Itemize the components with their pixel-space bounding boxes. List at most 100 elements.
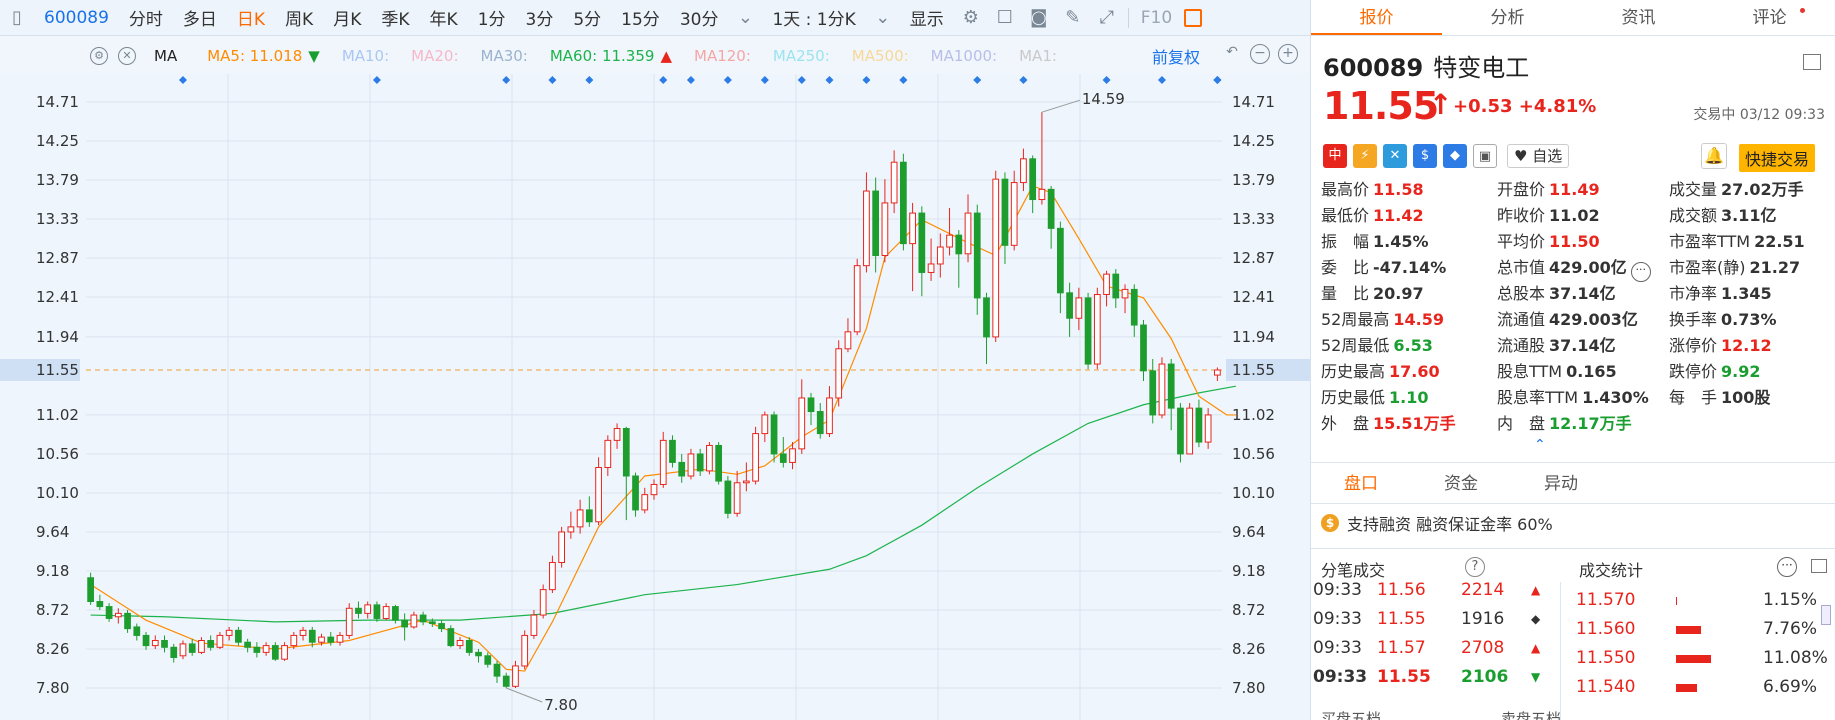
- stock-code-tab[interactable]: 600089: [34, 8, 119, 28]
- candle-up: [567, 526, 575, 533]
- gear-icon[interactable]: ⚙: [960, 7, 982, 29]
- tab-intraday[interactable]: 分时: [119, 5, 173, 30]
- quote-label: 市盈率(静): [1669, 258, 1746, 277]
- candle-down: [105, 606, 113, 619]
- menu-icon[interactable]: [1803, 54, 1821, 70]
- heart-icon: ♥: [1514, 147, 1528, 165]
- indicator-name[interactable]: MA: [154, 47, 177, 65]
- panel-tabs: 报价 分析 资讯 评论: [1311, 0, 1835, 36]
- tab-anomaly[interactable]: 异动: [1511, 463, 1611, 503]
- ma-value-8: MA1000:: [930, 47, 998, 65]
- adjust-mode-button[interactable]: 前复权: [1152, 44, 1200, 68]
- add-watchlist-button[interactable]: ♥ 自选: [1507, 144, 1570, 168]
- candle-down: [355, 607, 362, 614]
- quote-cell: 换手率 0.73%: [1669, 306, 1777, 330]
- tab-comments[interactable]: 评论: [1704, 0, 1835, 35]
- candle-down: [918, 212, 926, 273]
- candle-up: [706, 444, 713, 472]
- y-tick-label-left: 11.94: [36, 328, 79, 346]
- candle-down: [392, 606, 399, 621]
- tick-time: 09:33: [1313, 582, 1362, 600]
- chart-zoom-controls: ↶ − +: [1222, 44, 1298, 64]
- chevron-up-icon[interactable]: ⌃: [1534, 437, 1546, 453]
- kline-chart[interactable]: 14.71 14.71 14.25 14.25 13.79 13.79 13.33 13.33…: [0, 74, 1310, 720]
- pen-icon[interactable]: ✎: [1062, 7, 1084, 29]
- tab-weekly-k[interactable]: 周K: [275, 5, 323, 30]
- tab-1min[interactable]: 1分: [468, 5, 516, 30]
- zoom-in-icon[interactable]: +: [1278, 44, 1298, 64]
- quote-cell: 涨停价 12.12: [1669, 332, 1772, 356]
- panel-toggle-icon[interactable]: [1184, 8, 1203, 27]
- close-icon[interactable]: ✕: [118, 47, 136, 65]
- tick-row: 09:33 11.57 2708 ▲: [1311, 634, 1560, 664]
- tab-5min[interactable]: 5分: [563, 5, 611, 30]
- tab-15min[interactable]: 15分: [611, 5, 670, 30]
- candle-up: [290, 634, 298, 647]
- tag-icon[interactable]: ◆: [1443, 144, 1467, 168]
- quote-cell: 股息率TTM 1.430%: [1497, 384, 1649, 408]
- price-change: +0.53 +4.81%: [1453, 96, 1597, 117]
- layout-icon[interactable]: ☐: [994, 7, 1016, 29]
- fullscreen-icon[interactable]: ⤢: [1096, 7, 1118, 29]
- quote-value: 12.17万手: [1549, 414, 1632, 433]
- gear-icon[interactable]: ⚙: [90, 47, 108, 65]
- camera-icon[interactable]: ◙: [1028, 7, 1050, 29]
- zoom-out-icon[interactable]: −: [1250, 44, 1270, 64]
- chevron-down-icon[interactable]: ⌄: [734, 7, 756, 29]
- display-menu[interactable]: 显示: [900, 5, 954, 30]
- candle-up: [826, 397, 833, 435]
- arrow-down-icon: ▼: [308, 47, 320, 65]
- tab-quarterly-k[interactable]: 季K: [371, 5, 419, 30]
- tab-30min[interactable]: 30分: [670, 5, 729, 30]
- y-tick-label-left: 8.72: [36, 601, 69, 619]
- tab-analysis[interactable]: 分析: [1442, 0, 1573, 35]
- candle-down: [161, 640, 168, 648]
- shuffle-icon[interactable]: ✕: [1383, 144, 1407, 168]
- tab-monthly-k[interactable]: 月K: [323, 5, 371, 30]
- stats-list[interactable]: 11.570 1.15% 11.560 7.76% 11.550 11.08% 11.540…: [1566, 582, 1835, 720]
- f10-button[interactable]: F10: [1141, 8, 1172, 28]
- tab-daily-k[interactable]: 日K: [227, 5, 275, 30]
- more-icon[interactable]: ···: [1630, 262, 1651, 282]
- tab-quote[interactable]: 报价: [1311, 0, 1442, 35]
- coin-icon: $: [1321, 514, 1339, 532]
- chevron-down-icon[interactable]: ⌄: [872, 7, 894, 29]
- quote-panel: 报价 分析 资讯 评论 600089 特变电工 11.55 ↑ +0.53 +4.…: [1310, 0, 1835, 720]
- quote-label: 历史最低: [1321, 388, 1386, 407]
- quote-label: 市盈率TTM: [1669, 232, 1751, 251]
- margin-text: 支持融资 融资保证金率 60%: [1347, 515, 1553, 534]
- period-select[interactable]: 1天 : 1分K: [762, 5, 865, 30]
- tab-capital[interactable]: 资金: [1411, 463, 1511, 503]
- menu-icon[interactable]: [1811, 559, 1827, 573]
- sidebar-toggle-icon[interactable]: ▯: [6, 7, 28, 29]
- quote-value: 429.003亿: [1549, 310, 1638, 329]
- tick-list[interactable]: 09:33 11.56 2214 ▲ 09:33 11.55 1916 ◆ 09:33 11.57…: [1311, 582, 1561, 720]
- quick-trade-button[interactable]: 快捷交易: [1739, 144, 1816, 172]
- tab-order-book[interactable]: 盘口: [1311, 463, 1411, 503]
- y-tick-label-left: 10.56: [36, 445, 79, 463]
- quote-label: 最低价: [1321, 206, 1370, 225]
- quote-label: 每 手: [1669, 388, 1718, 407]
- tab-yearly-k[interactable]: 年K: [420, 5, 468, 30]
- stock-tags: 中 ⚡ ✕ $ ◆ ▣ ♥ 自选 🔔 快捷交易: [1311, 136, 1835, 176]
- candle-down: [96, 600, 104, 608]
- tab-3min[interactable]: 3分: [516, 5, 564, 30]
- help-icon[interactable]: ?: [1465, 557, 1485, 577]
- lightning-icon[interactable]: ⚡: [1353, 144, 1377, 168]
- bell-icon[interactable]: 🔔: [1701, 143, 1727, 169]
- candle-up: [604, 439, 612, 469]
- undo-icon[interactable]: ↶: [1222, 44, 1242, 64]
- last-price: 11.55: [1323, 84, 1439, 128]
- document-icon[interactable]: ▣: [1473, 144, 1497, 168]
- quote-value: 9.92: [1721, 362, 1761, 381]
- china-flag-icon[interactable]: 中: [1323, 144, 1347, 168]
- dollar-icon[interactable]: $: [1413, 144, 1437, 168]
- scrollbar[interactable]: [1821, 605, 1831, 625]
- candle-down: [207, 640, 215, 648]
- tab-multi-day[interactable]: 多日: [173, 5, 227, 30]
- more-icon[interactable]: ···: [1777, 557, 1797, 577]
- quote-value: 15.51万手: [1373, 414, 1456, 433]
- quote-value: 37.14亿: [1549, 284, 1616, 303]
- quote-value: 17.60: [1389, 362, 1440, 381]
- tab-news[interactable]: 资讯: [1573, 0, 1704, 35]
